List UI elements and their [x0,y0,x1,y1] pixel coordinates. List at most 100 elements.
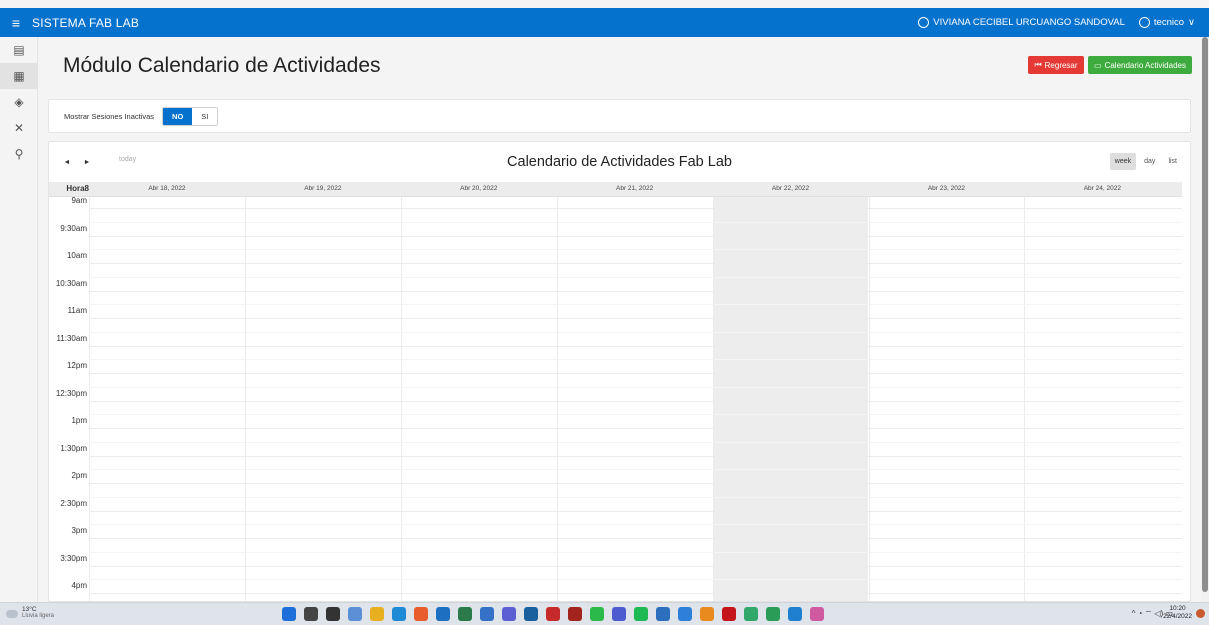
view-week-button[interactable]: week [1109,153,1137,170]
half-slot-line [89,496,1182,498]
time-slot-line [89,593,1182,594]
day-column-divider [1024,197,1026,601]
weather-condition: Lluvia ligera [22,613,55,619]
taskbar-app-icon[interactable] [326,607,340,621]
filter-panel: Mostrar Sesiones Inactivas NO SI [48,99,1191,133]
user-full-name-menu[interactable]: VIVIANA CECIBEL URCUANGO SANDOVAL [918,17,1125,28]
time-slot-line [89,565,1182,567]
time-slot-line [89,538,1182,539]
day-column-divider [868,197,870,601]
time-slot-label: 4pm [71,581,87,590]
taskbar-app-icon[interactable] [458,607,472,621]
cloud-icon [6,610,18,618]
time-slot-label: 2:30pm [60,498,87,508]
time-slot-line [89,483,1182,484]
time-slot-label: 1:30pm [60,443,87,453]
half-slot-line [89,249,1182,251]
page-scrollbar[interactable] [1201,37,1209,602]
day-header[interactable]: Abr 19, 2022 [245,185,401,192]
user-circle-icon [918,17,930,28]
time-slot-label: 3:30pm [60,553,87,563]
day-header[interactable]: Abr 18, 2022 [89,185,245,192]
list-icon[interactable]: ▦ [0,63,38,89]
time-slot-label: 12:30pm [55,388,87,398]
day-column-divider [400,197,402,601]
time-slot-label: 9am [71,196,87,205]
taskbar-app-icon[interactable] [656,607,670,621]
day-header[interactable]: Abr 24, 2022 [1024,185,1180,192]
time-slot-line [89,235,1182,237]
taskbar-app-icon[interactable] [392,607,406,621]
time-slot-line [89,428,1182,429]
taskbar-app-icon[interactable] [546,607,560,621]
app-title[interactable]: SISTEMA FAB LAB [32,16,139,30]
top-app-bar: ≡ SISTEMA FAB LAB VIVIANA CECIBEL URCUAN… [0,8,1209,37]
taskbar-app-icon[interactable] [436,607,450,621]
scrollbar-thumb[interactable] [1202,37,1208,592]
users-icon[interactable]: ⚲ [0,141,38,167]
tools-icon[interactable]: ✕ [0,115,38,141]
day-header[interactable]: Abr 23, 2022 [869,185,1025,192]
day-column-divider [244,197,246,601]
time-slot-label: 11am [67,306,87,315]
calendar-icon: ▭ [1094,60,1102,70]
calendar-title: Calendario de Actividades Fab Lab [507,154,732,170]
taskbar-app-icon[interactable] [590,607,604,621]
taskbar-app-icon[interactable] [700,607,714,621]
toggle-option-no[interactable]: NO [163,107,193,125]
taskbar-app-icon[interactable] [744,607,758,621]
taskbar-app-icon[interactable] [414,607,428,621]
today-column-highlight [712,197,869,601]
taskbar-app-icon[interactable] [766,607,780,621]
day-header[interactable]: Abr 20, 2022 [401,185,557,192]
taskbar-app-icon[interactable] [810,607,824,621]
taskbar-app-icon[interactable] [370,607,384,621]
taskbar-app-icon[interactable] [722,607,736,621]
half-slot-line [89,469,1182,471]
inactive-sessions-toggle: NO SI [162,106,219,126]
calendar-activities-button[interactable]: ▭ Calendario Actividades [1088,56,1192,74]
back-button[interactable]: ⏮ Regresar [1028,56,1084,74]
time-slot-line [89,455,1182,457]
day-column-divider [712,197,714,601]
taskbar-app-icon[interactable] [348,607,362,621]
day-header[interactable]: Abr 21, 2022 [557,185,713,192]
chevron-down-icon: ∨ [1188,17,1195,28]
half-slot-line [89,304,1182,306]
toggle-option-si[interactable]: SI [192,107,218,125]
taskbar-app-icon[interactable] [634,607,648,621]
time-slot-label: 10:30am [55,278,87,288]
hour-column-header: Hora8 [66,184,89,193]
calendar-button-label: Calendario Actividades [1104,60,1186,70]
menu-icon[interactable]: ≡ [0,8,32,37]
inactive-sessions-label: Mostrar Sesiones Inactivas [64,111,155,121]
day-header[interactable]: Abr 22, 2022 [713,185,869,192]
home-icon[interactable]: ▤ [0,37,38,63]
taskbar-app-icon[interactable] [502,607,516,621]
taskbar-app-icon[interactable] [524,607,538,621]
half-slot-line [89,359,1182,361]
half-slot-line [89,386,1182,388]
day-column-divider [89,197,90,601]
notification-icon[interactable] [1196,609,1205,618]
username-label: tecnico [1153,17,1185,28]
clock-time: 10:20 [1169,605,1186,612]
time-slot-line [89,208,1182,209]
taskbar-app-icon[interactable] [304,607,318,621]
view-day-button[interactable]: day [1139,153,1160,170]
half-slot-line [89,551,1182,553]
user-menu[interactable]: tecnico ∨ [1138,17,1195,28]
weather-widget[interactable]: 13°C Lluvia ligera [22,606,54,620]
taskbar-app-icon[interactable] [282,607,296,621]
layers-icon[interactable]: ◈ [0,89,38,115]
time-slot-line [89,345,1182,347]
taskbar-app-icon[interactable] [568,607,582,621]
time-slot-line [89,400,1182,402]
day-column-divider [556,197,558,601]
view-list-button[interactable]: list [1163,153,1182,170]
taskbar-app-icon[interactable] [480,607,494,621]
taskbar-app-icon[interactable] [678,607,692,621]
taskbar-app-icon[interactable] [788,607,802,621]
taskbar-app-icon[interactable] [612,607,626,621]
clock[interactable]: 10:20 22/4/2022 [1163,605,1192,621]
